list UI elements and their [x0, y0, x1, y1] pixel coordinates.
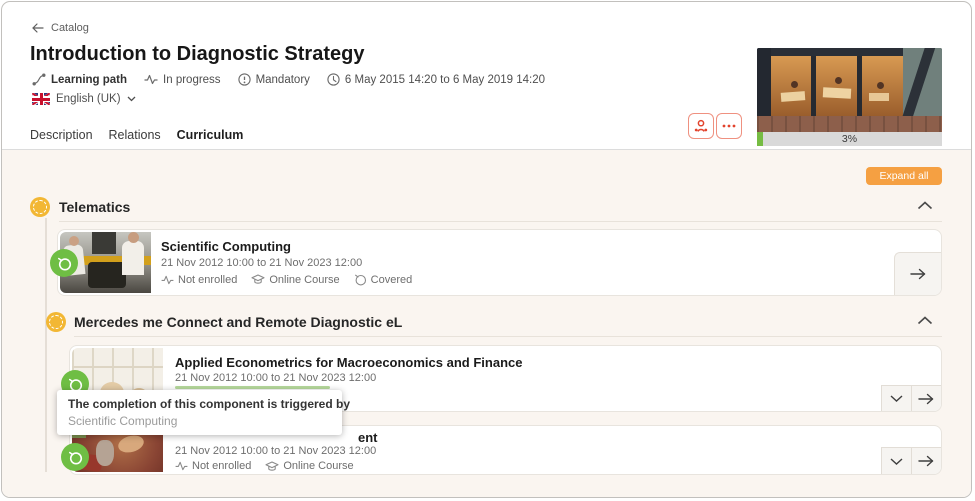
language-label: English (UK) [56, 93, 121, 105]
back-arrow-icon [32, 23, 44, 33]
course-card-dates: 21 Nov 2012 10:00 to 21 Nov 2023 12:00 [161, 257, 363, 269]
status-online-course: Online Course [251, 274, 340, 286]
meta-mandatory: Mandatory [237, 73, 310, 86]
course-meta-row: Learning path In progress Mandatory 6 Ma… [32, 73, 545, 86]
meta-learning-path-label: Learning path [51, 73, 128, 86]
course-card-dates: 21 Nov 2012 10:00 to 21 Nov 2023 12:00 [175, 445, 377, 457]
course-card-title: Applied Econometrics for Macroeconomics … [175, 355, 523, 370]
chevron-down-icon [890, 395, 903, 402]
expand-course-button[interactable] [881, 385, 911, 411]
expand-all-button[interactable]: Expand all [866, 167, 942, 185]
more-options-icon [722, 124, 736, 128]
arrow-right-icon [909, 268, 927, 280]
section-separator [59, 221, 942, 222]
language-selector[interactable]: English (UK) [32, 93, 136, 105]
course-card-progress [175, 386, 330, 389]
meta-dates-label: 6 May 2015 14:20 to 6 May 2019 14:20 [344, 73, 546, 86]
section-title-mercedes: Mercedes me Connect and Remote Diagnosti… [74, 314, 403, 330]
course-progress-label: 3% [841, 133, 858, 145]
online-course-icon [251, 274, 265, 285]
status-not-enrolled: Not enrolled [161, 274, 237, 286]
open-course-button[interactable] [911, 385, 941, 411]
course-card-title: Scientific Computing [161, 239, 291, 254]
mandatory-icon [237, 73, 251, 86]
chevron-up-icon[interactable] [917, 316, 933, 325]
meta-status: In progress [144, 74, 221, 86]
course-detail-page: Catalog Introduction to Diagnostic Strat… [1, 1, 972, 498]
chevron-down-icon [890, 457, 903, 465]
course-card-scientific-computing[interactable]: Scientific Computing 21 Nov 2012 10:00 t… [50, 229, 942, 296]
covered-badge-icon [61, 443, 89, 471]
uk-flag-icon [32, 93, 50, 105]
clock-icon [327, 73, 340, 86]
course-card-title: ent [358, 430, 378, 445]
course-progress-bar: 3% [757, 132, 942, 146]
pulse-icon [144, 74, 158, 85]
covered-badge-icon [50, 249, 78, 277]
more-options-button[interactable] [716, 113, 742, 139]
curriculum-panel: Expand all Telematics Scientific Computi… [2, 150, 971, 497]
meta-learning-path: Learning path [32, 73, 127, 86]
course-cover-image [757, 48, 942, 132]
pulse-icon [161, 275, 174, 285]
breadcrumb[interactable]: Catalog [32, 22, 89, 34]
learning-path-icon [32, 73, 46, 86]
chevron-down-icon [127, 96, 136, 102]
pulse-icon [175, 461, 188, 471]
status-covered: Covered [354, 273, 412, 286]
open-course-button[interactable] [894, 252, 941, 295]
curriculum-timeline [45, 218, 47, 472]
breadcrumb-label: Catalog [51, 22, 89, 34]
open-course-button[interactable] [911, 447, 941, 474]
section-title-telematics: Telematics [59, 199, 131, 215]
expand-course-button[interactable] [881, 447, 911, 474]
course-card-status-row: Not enrolled Online Course [175, 460, 354, 472]
online-course-icon [265, 460, 279, 472]
meta-status-label: In progress [163, 73, 221, 86]
status-not-enrolled: Not enrolled [175, 460, 251, 472]
completion-trigger-tooltip: The completion of this component is trig… [57, 390, 350, 435]
course-card-status-row: Not enrolled Online Course Covered [161, 273, 412, 286]
arrow-right-icon [918, 393, 935, 405]
section-separator [74, 336, 942, 337]
meta-mandatory-label: Mandatory [255, 73, 310, 86]
section-status-icon [46, 312, 66, 332]
page-title: Introduction to Diagnostic Strategy [30, 43, 365, 65]
member-button[interactable] [688, 113, 714, 139]
tooltip-trigger-course: Scientific Computing [68, 414, 178, 428]
chevron-up-icon[interactable] [917, 201, 933, 210]
member-icon [693, 119, 709, 133]
meta-dates: 6 May 2015 14:20 to 6 May 2019 14:20 [327, 73, 545, 86]
tooltip-text: The completion of this component is trig… [68, 397, 351, 411]
section-status-icon [30, 197, 50, 217]
status-online-course: Online Course [265, 460, 354, 472]
covered-icon [354, 273, 367, 286]
course-card-dates: 21 Nov 2012 10:00 to 21 Nov 2023 12:00 [175, 372, 377, 384]
arrow-right-icon [918, 455, 935, 467]
